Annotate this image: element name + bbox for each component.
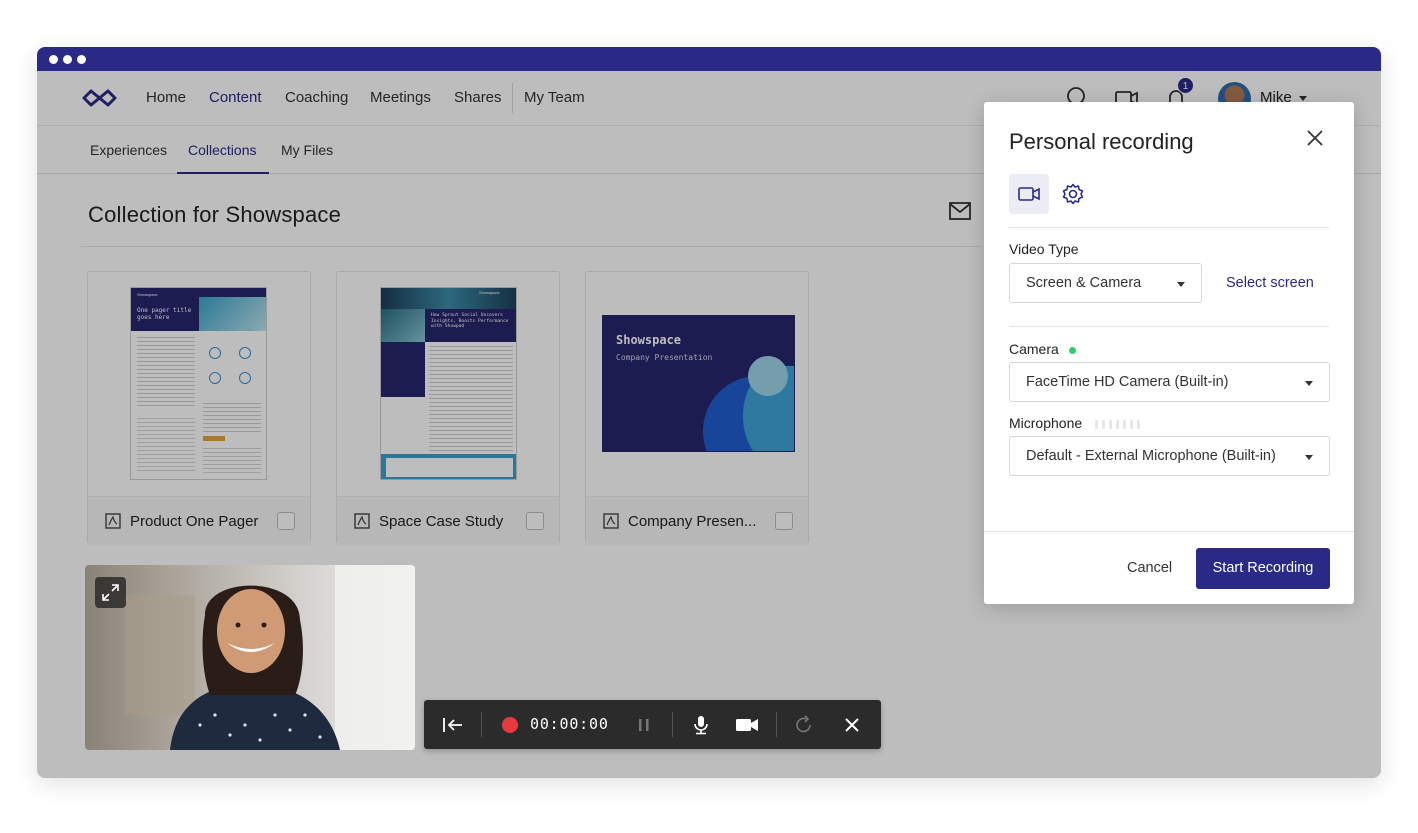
window-titlebar [37, 47, 1381, 71]
window-dot[interactable] [63, 55, 72, 64]
tab-settings[interactable] [1057, 174, 1089, 214]
select-screen-link[interactable]: Select screen [1226, 275, 1314, 291]
toolbar-divider [481, 712, 482, 737]
cancel-button[interactable]: Cancel [1127, 560, 1172, 576]
start-recording-button[interactable]: Start Recording [1196, 548, 1330, 589]
chevron-down-icon [1305, 381, 1313, 386]
toolbar-divider [776, 712, 777, 737]
window-dot[interactable] [77, 55, 86, 64]
video-type-value: Screen & Camera [1026, 275, 1142, 291]
chevron-down-icon [1177, 282, 1185, 287]
camera-value: FaceTime HD Camera (Built-in) [1026, 374, 1229, 390]
dialog-footer-divider [984, 531, 1354, 532]
camera-icon[interactable] [734, 700, 760, 749]
microphone-icon[interactable] [689, 700, 713, 749]
close-icon[interactable] [1306, 129, 1324, 152]
camera-preview[interactable] [85, 565, 415, 750]
recording-timer: 00:00:00 [530, 715, 609, 733]
dialog-title: Personal recording [1009, 129, 1194, 154]
browser-window: Home Content Coaching Meetings Shares My… [37, 47, 1381, 778]
settings-icon [1062, 183, 1084, 205]
microphone-label: Microphone [1009, 415, 1083, 431]
close-icon[interactable] [840, 700, 864, 749]
camera-select[interactable]: FaceTime HD Camera (Built-in) [1009, 362, 1330, 402]
dialog-divider [1009, 227, 1329, 228]
microphone-value: Default - External Microphone (Built-in) [1026, 448, 1276, 464]
expand-camera-button[interactable] [95, 577, 126, 608]
redo-icon[interactable] [792, 700, 816, 749]
camera-status-dot [1069, 347, 1076, 354]
camera-label: Camera [1009, 341, 1059, 357]
pause-icon[interactable] [634, 700, 654, 749]
window-dot[interactable] [49, 55, 58, 64]
video-type-label: Video Type [1009, 241, 1079, 257]
tab-video[interactable] [1009, 174, 1049, 214]
microphone-level-meter [1095, 420, 1140, 429]
chevron-down-icon [1305, 455, 1313, 460]
collapse-left-icon[interactable] [439, 700, 467, 749]
toolbar-divider [672, 712, 673, 737]
record-icon[interactable] [500, 700, 520, 749]
personal-recording-dialog: Personal recording Video Type Screen & C… [984, 102, 1354, 604]
dialog-divider [1009, 326, 1329, 327]
video-icon [1018, 187, 1040, 201]
recording-toolbar: 00:00:00 [424, 700, 881, 749]
camera-feed-image [125, 565, 415, 750]
video-type-select[interactable]: Screen & Camera [1009, 263, 1202, 303]
expand-icon [101, 583, 120, 607]
microphone-select[interactable]: Default - External Microphone (Built-in) [1009, 436, 1330, 476]
